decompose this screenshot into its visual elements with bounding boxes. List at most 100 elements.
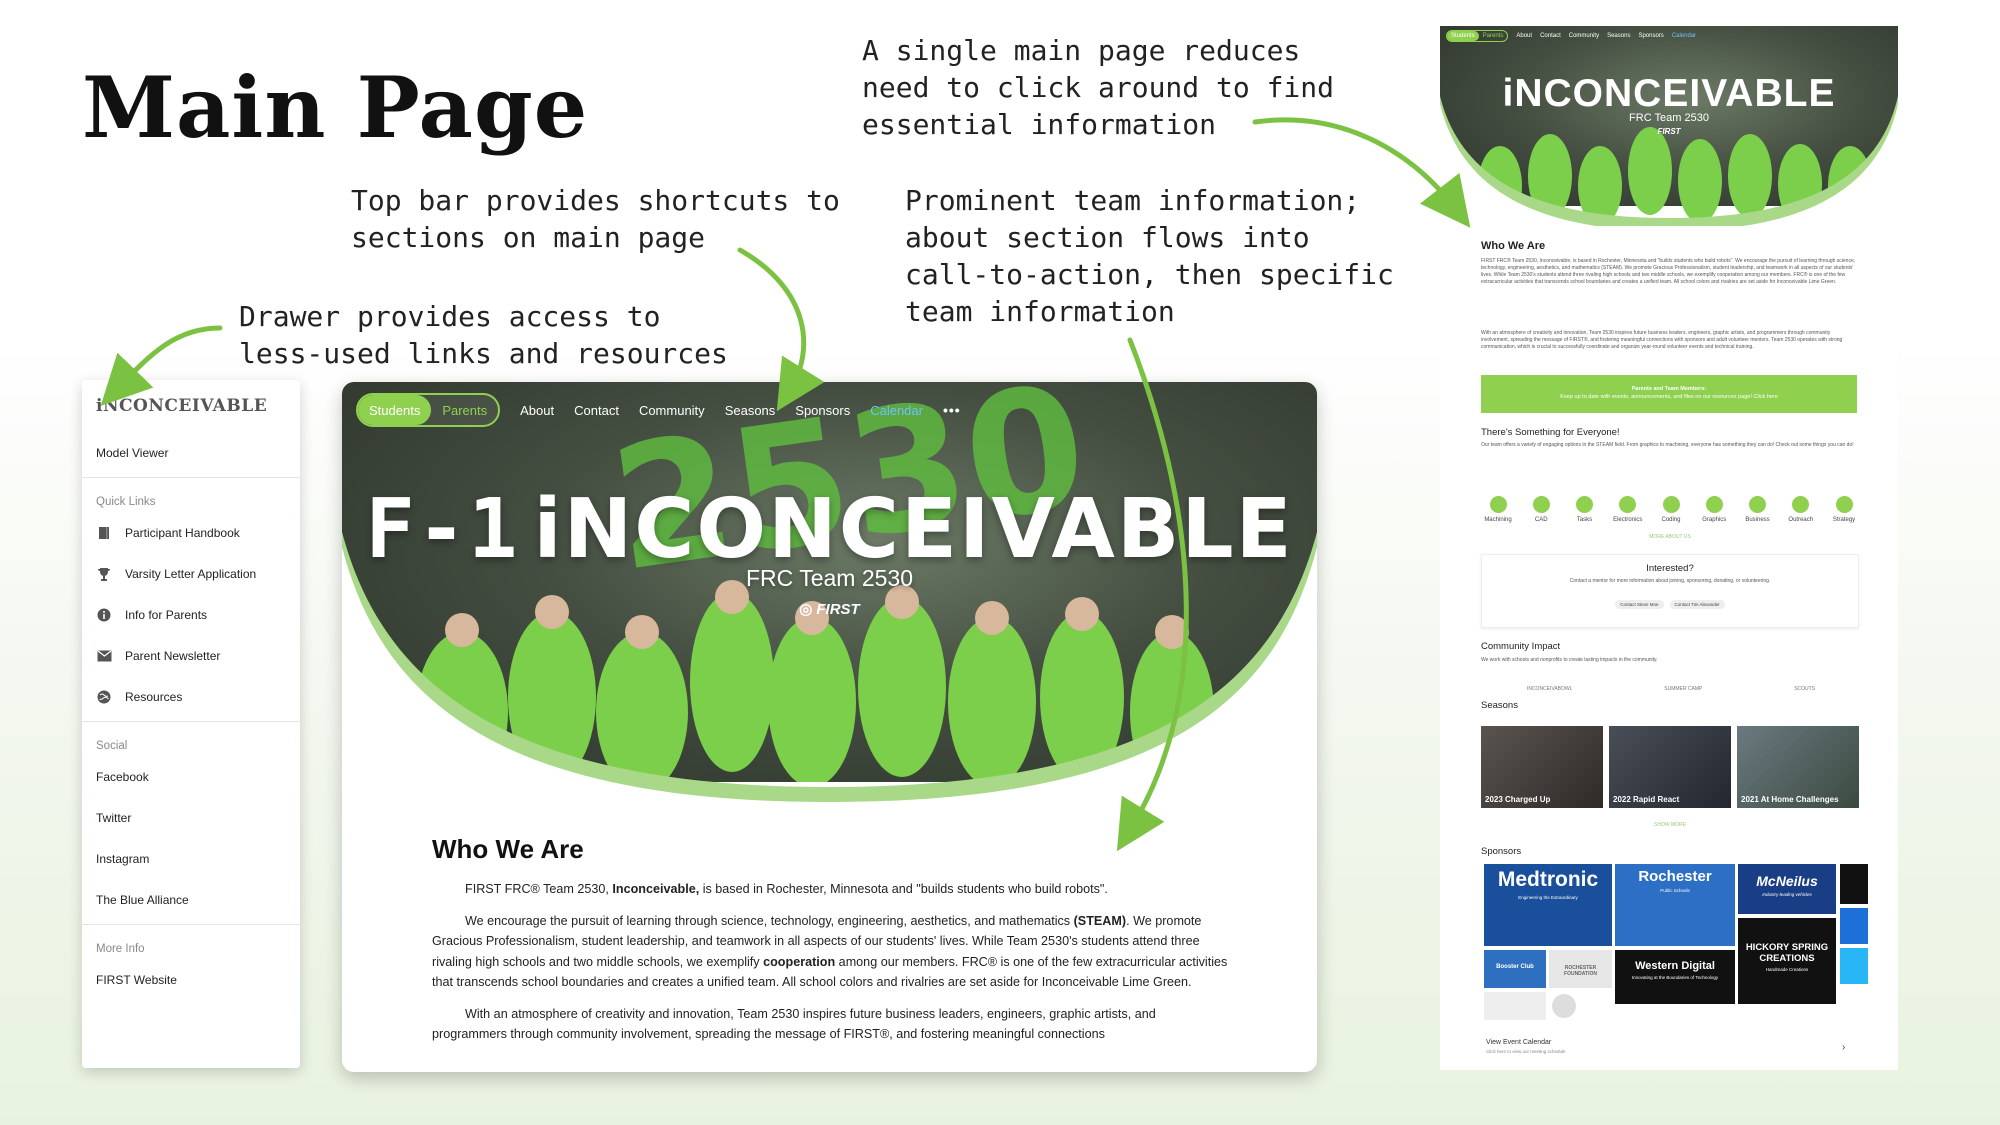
sponsor-name: Medtronic [1497, 868, 1599, 891]
full-page-subtitle: FRC Team 2530 [1629, 112, 1709, 124]
toggle-parents[interactable]: Parents [431, 395, 498, 425]
full-page-toggle[interactable]: Students Parents [1446, 30, 1509, 42]
drawer-item-parent-newsletter[interactable]: Parent Newsletter [82, 635, 300, 676]
sponsor-western-digital[interactable]: Western Digital Innovating at the Boundar… [1615, 950, 1735, 1004]
sponsor-logo-small[interactable] [1840, 864, 1868, 904]
calendar-link-label: View Event Calendar [1486, 1039, 1552, 1046]
sponsor-hickory-spring[interactable]: HICKORY SPRING CREATIONS Handmade Creatio… [1738, 918, 1836, 1004]
navigation-drawer: iNCONCEIVABLE Model Viewer Quick Links P… [82, 380, 300, 1068]
skill-tasks[interactable]: Tasks [1568, 496, 1602, 523]
season-label: 2023 Charged Up [1485, 795, 1551, 804]
annotation-drawer: Drawer provides access to less-used link… [239, 300, 728, 370]
season-card[interactable]: 2022 Rapid React [1609, 726, 1731, 808]
community-scouts[interactable]: SCOUTS [1794, 686, 1815, 692]
book-icon [96, 525, 112, 541]
arrow-to-top-bar [737, 247, 825, 412]
season-label: 2021 At Home Challenges [1741, 795, 1839, 804]
drawer-item-model-viewer[interactable]: Model Viewer [82, 432, 300, 473]
nav-sponsors[interactable]: Sponsors [1638, 33, 1663, 39]
more-about-link[interactable]: MORE ABOUT US [1481, 534, 1859, 541]
drawer-item-resources[interactable]: Resources [82, 676, 300, 717]
sponsor-logo-small[interactable] [1484, 992, 1546, 1020]
drawer-item-instagram[interactable]: Instagram [82, 838, 300, 879]
full-who-text: FIRST FRC® Team 2530, Inconceivable, is … [1481, 258, 1856, 285]
drawer-logo[interactable]: iNCONCEIVABLE [82, 380, 300, 432]
drawer-divider [82, 477, 300, 478]
skill-strategy[interactable]: Strategy [1827, 496, 1861, 523]
text-run: We encourage the pursuit of learning thr… [465, 913, 1074, 928]
chevron-right-icon[interactable]: › [1842, 1042, 1845, 1053]
nav-seasons[interactable]: Seasons [1607, 33, 1630, 39]
sponsor-rochester-foundation[interactable]: ROCHESTER FOUNDATION [1549, 950, 1612, 988]
drawer-item-label: FIRST Website [96, 972, 177, 987]
nav-community[interactable]: Community [639, 403, 705, 418]
drawer-item-facebook[interactable]: Facebook [82, 756, 300, 797]
skill-label: Machining [1484, 517, 1512, 523]
skill-outreach[interactable]: Outreach [1784, 496, 1818, 523]
more-menu-icon[interactable]: ••• [943, 402, 961, 418]
full-page-hero: Students Parents About Contact Community … [1440, 26, 1898, 226]
nav-contact[interactable]: Contact [574, 403, 619, 418]
nav-calendar[interactable]: Calendar [870, 403, 923, 418]
globe-icon [96, 689, 112, 705]
community-inconceivabowl[interactable]: INCONCEIVABOWL [1527, 686, 1572, 692]
hero-photo: 2530 Students Parents About Contact Comm… [342, 382, 1317, 802]
season-card[interactable]: 2021 At Home Challenges [1737, 726, 1859, 808]
nav-community[interactable]: Community [1569, 33, 1599, 39]
drawer-item-label: The Blue Alliance [96, 892, 189, 907]
toggle-students[interactable]: Students [1447, 31, 1479, 41]
sponsor-mcneilus[interactable]: McNeilus Industry-leading vehicles [1738, 864, 1836, 914]
audience-toggle[interactable]: Students Parents [356, 393, 501, 427]
something-text: Our team offers a variety of engaging op… [1481, 442, 1854, 448]
drawer-item-info-for-parents[interactable]: Info for Parents [82, 594, 300, 635]
sponsor-name: Rochester [1638, 868, 1712, 885]
who-paragraph-2: We encourage the pursuit of learning thr… [432, 911, 1232, 993]
code-icon [1662, 496, 1680, 513]
sponsor-logo-small[interactable] [1840, 948, 1868, 984]
sponsor-medtronic[interactable]: Medtronic Engineering the Extraordinary [1484, 864, 1612, 946]
sponsor-logo-small[interactable] [1552, 994, 1576, 1018]
interested-text: Contact a mentor for more information ab… [1569, 578, 1771, 584]
drawer-item-label: Resources [125, 689, 183, 704]
nav-seasons[interactable]: Seasons [725, 403, 776, 418]
skill-machining[interactable]: Machining [1481, 496, 1515, 523]
sponsor-logo-small[interactable] [1840, 908, 1868, 944]
nav-calendar[interactable]: Calendar [1672, 33, 1696, 39]
drawer-item-twitter[interactable]: Twitter [82, 797, 300, 838]
show-more-link[interactable]: SHOW MORE [1481, 822, 1859, 829]
sponsor-rochester[interactable]: Rochester Public Schools [1615, 864, 1735, 946]
community-heading: Community Impact [1481, 641, 1561, 652]
parents-banner[interactable]: Parents and Team Members: Keep up to dat… [1481, 375, 1857, 413]
nav-about[interactable]: About [520, 403, 554, 418]
community-summer-camp[interactable]: SUMMER CAMP [1664, 686, 1702, 692]
slide-title: Main Page [82, 58, 589, 157]
full-who-text-2: With an atmosphere of creativity and inn… [1481, 330, 1843, 350]
hero-curve [342, 532, 1317, 802]
skill-label: Outreach [1788, 517, 1814, 523]
people-icon [1792, 496, 1810, 513]
drawer-item-participant-handbook[interactable]: Participant Handbook [82, 512, 300, 553]
skill-cad[interactable]: CAD [1524, 496, 1558, 523]
toggle-students[interactable]: Students [358, 395, 432, 425]
drawer-heading-quick-links: Quick Links [96, 496, 156, 508]
skill-coding[interactable]: Coding [1654, 496, 1688, 523]
nav-contact[interactable]: Contact [1540, 33, 1561, 39]
sponsor-booster-club[interactable]: Booster Club [1484, 950, 1546, 988]
who-paragraph-3: With an atmosphere of creativity and inn… [432, 1006, 1156, 1042]
contact-steve-button[interactable]: Contact Steve Moe [1615, 600, 1664, 609]
nav-sponsors[interactable]: Sponsors [795, 403, 850, 418]
drawer-item-blue-alliance[interactable]: The Blue Alliance [82, 879, 300, 920]
full-who-heading: Who We Are [1481, 240, 1546, 252]
drawer-item-varsity-letter[interactable]: Varsity Letter Application [82, 553, 300, 594]
event-calendar-link[interactable]: View Event Calendar Click here to view o… [1486, 1039, 1566, 1054]
drawer-item-first-website[interactable]: FIRST Website [82, 959, 300, 1000]
arrow-to-drawer [100, 325, 223, 406]
contact-tim-button[interactable]: Contact Tim Alexander [1669, 600, 1725, 609]
season-card[interactable]: 2023 Charged Up [1481, 726, 1603, 808]
skill-electronics[interactable]: Electronics [1611, 496, 1645, 523]
skill-graphics[interactable]: Graphics [1697, 496, 1731, 523]
annotation-single-page: A single main page reduces need to click… [862, 34, 1335, 141]
toggle-parents[interactable]: Parents [1479, 31, 1508, 41]
nav-about[interactable]: About [1516, 33, 1532, 39]
skill-business[interactable]: Business [1741, 496, 1775, 523]
